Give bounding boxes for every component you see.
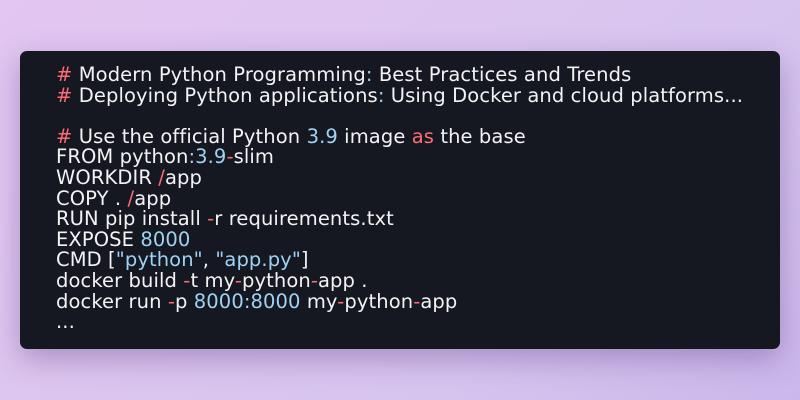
token: python (344, 289, 414, 313)
token: Deploying Python applications (72, 83, 378, 107)
token: docker run (56, 289, 168, 313)
token: RUN pip install (56, 207, 208, 231)
token: t my (190, 268, 235, 292)
token: ... (56, 310, 75, 334)
token: Using Docker and cloud platforms... (384, 83, 744, 107)
token: - (234, 268, 243, 292)
code-block: # Modern Python Programming: Best Practi… (56, 63, 780, 334)
token: as (411, 124, 435, 148)
token: / (158, 165, 165, 189)
token: Use the official Python (72, 124, 307, 148)
token: python (242, 268, 311, 292)
token: the base (434, 124, 526, 148)
token: app (134, 186, 172, 210)
code-line-8: RUN pip install -r requirements.txt (56, 207, 780, 231)
token: image (337, 124, 412, 148)
token: p (175, 289, 194, 313)
token: "python" (115, 248, 203, 272)
token: WORKDIR (56, 165, 159, 189)
code-window: # Modern Python Programming: Best Practi… (20, 51, 780, 349)
token: ] (300, 248, 309, 272)
token: slim (233, 145, 274, 169)
token: my (300, 289, 338, 313)
token: docker build (56, 268, 184, 292)
token: :3.9 (188, 145, 227, 169)
code-line-7: COPY . /app (56, 186, 780, 210)
token: app (420, 289, 458, 313)
token: - (310, 268, 318, 292)
token: # (56, 83, 73, 107)
code-line-5: FROM python:3.9-slim (56, 147, 780, 168)
code-line-1: # Modern Python Programming: Best Practi… (56, 63, 780, 86)
token: Modern Python Programming (72, 63, 366, 86)
token: 8000:8000 (193, 289, 301, 313)
code-line-10: CMD ["python", "app.py"] (56, 250, 780, 271)
token: FROM python (56, 145, 189, 169)
token: 8000 (140, 227, 191, 251)
code-line-12: docker run -p 8000:8000 my-python-app (56, 289, 780, 313)
token: , (202, 248, 216, 272)
token: # (56, 63, 73, 86)
token: # (56, 124, 73, 148)
code-line-4: # Use the official Python 3.9 image as t… (56, 124, 780, 148)
token: COPY . (56, 186, 128, 210)
code-line-13: ... (56, 310, 780, 334)
code-line-6: WORKDIR /app (56, 165, 780, 189)
token: "app.py" (215, 248, 301, 272)
token: Best Practices and Trends (372, 63, 632, 86)
token: r requirements.txt (214, 207, 394, 231)
token: EXPOSE (56, 227, 141, 251)
token: - (167, 289, 176, 313)
code-line-11: docker build -t my-python-app . (56, 268, 780, 292)
token: : (365, 63, 373, 86)
token: 3.9 (306, 124, 338, 148)
token: CMD [ (56, 248, 116, 272)
token: app . (317, 268, 368, 292)
token: - (226, 145, 234, 169)
code-line-2: # Deploying Python applications: Using D… (56, 83, 780, 107)
token: app (164, 165, 202, 189)
code-line-9: EXPOSE 8000 (56, 227, 780, 251)
